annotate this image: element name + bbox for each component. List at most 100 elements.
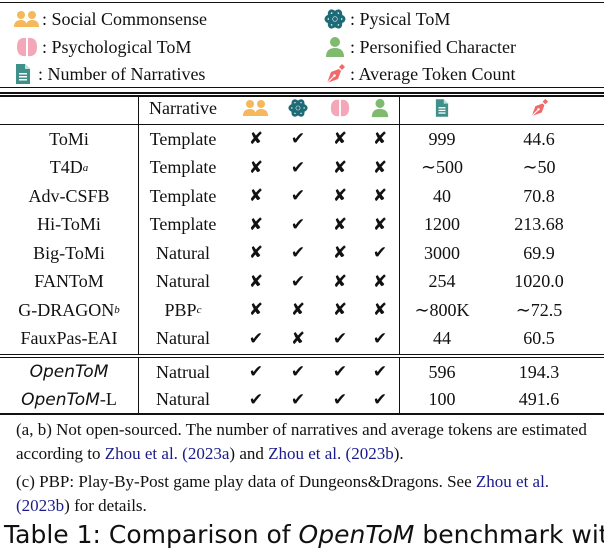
table-row: Big-ToMi Natural ✘ ✔ ✘ ✔ 3000 69.9: [0, 239, 604, 267]
average-tokens: ∼72.5: [515, 299, 563, 320]
cross-icon: ✘: [248, 243, 264, 263]
cross-icon: ✘: [332, 157, 348, 178]
benchmark-name: FauxPas-EAI: [0, 325, 138, 353]
check-icon: ✔: [290, 129, 306, 149]
benchmark-name: ToMi: [0, 125, 138, 153]
citation-link[interactable]: Zhou et al. (2023b: [268, 444, 394, 463]
check-icon: ✔: [248, 362, 264, 382]
check-icon: ✔: [290, 243, 306, 263]
benchmark-name-text: FauxPas-EAI: [20, 328, 118, 348]
legend-item-narratives: : Number of Narratives: [10, 61, 205, 87]
table-row: G-DRAGON b PBP c ✘ ✘ ✘ ✘ ∼800K ∼72.5: [0, 296, 604, 324]
cross-icon: ✘: [248, 271, 264, 292]
legend-label: : Social Commonsense: [42, 8, 207, 29]
narratives-count: 254: [428, 271, 456, 291]
narratives-count: 40: [433, 185, 451, 206]
citation-link[interactable]: Zhou et al. (2023a: [105, 444, 230, 463]
col-divider-1: [138, 96, 140, 354]
col-divider-2: [399, 96, 401, 354]
narratives-count: ∼500: [420, 157, 464, 177]
narratives-count: 1200: [424, 214, 460, 234]
table-row: Hi-ToMi Template ✘ ✔ ✘ ✘ 1200 213.68: [0, 211, 604, 239]
check-icon: ✔: [332, 328, 348, 349]
cross-icon: ✘: [248, 300, 264, 320]
benchmark-name: OpenToM -L: [0, 386, 138, 414]
check-icon: ✔: [372, 389, 388, 410]
cross-icon: ✘: [332, 243, 348, 263]
benchmark-name-text: Hi-ToMi: [37, 214, 101, 234]
footnote-c: (c) PBP: Play-By-Post game play data of …: [16, 472, 550, 515]
benchmark-name: Hi-ToMi: [0, 211, 138, 239]
cross-icon: ✘: [332, 271, 348, 292]
header-number-of-narratives-icon: [400, 94, 484, 122]
cross-icon: ✘: [332, 214, 348, 235]
narrative-type-text: Natural: [156, 271, 210, 291]
narratives-count: 596: [428, 361, 456, 382]
icon-legend: : Social Commonsense : Pysical ToM : Psy…: [0, 2, 604, 88]
narrative-type-text: Natural: [156, 389, 210, 409]
legend-item-social: : Social Commonsense: [14, 6, 207, 32]
bottom-rule: [0, 413, 604, 415]
social-commonsense-icon: [14, 8, 40, 30]
narrative-type: Natural: [140, 325, 226, 353]
average-tokens: ∼50: [522, 157, 556, 177]
average-tokens: 60.5: [523, 328, 555, 348]
average-tokens: 213.68: [514, 214, 564, 234]
legend-item-tokens: : Average Token Count: [322, 61, 516, 87]
benchmark-name: G-DRAGON b: [18, 299, 120, 320]
cross-icon: ✘: [290, 328, 306, 349]
benchmark-name-text: T4D: [49, 157, 83, 177]
narrative-type: Natrual: [140, 358, 226, 386]
footnote-ab: (a, b) Not open-sourced. The number of n…: [16, 420, 587, 463]
narrative-type: Template: [140, 211, 226, 239]
number-of-narratives-icon: [10, 63, 36, 85]
narratives-count: ∼800K: [414, 299, 470, 320]
cross-icon: ✘: [372, 157, 388, 178]
cross-icon: ✘: [372, 186, 388, 206]
benchmark-name-text: OpenToM: [21, 389, 100, 410]
narratives-count: 3000: [424, 242, 460, 263]
cross-icon: ✘: [248, 214, 264, 235]
header-average-token-count-icon: [484, 94, 594, 122]
legend-label: : Personified Character: [350, 36, 516, 57]
narratives-count: 100: [428, 389, 456, 409]
table-footnotes: (a, b) Not open-sourced. The number of n…: [16, 418, 596, 522]
narrative-type-text: Template: [149, 214, 217, 234]
check-icon: ✔: [372, 328, 388, 349]
legend-label: : Number of Narratives: [38, 63, 206, 84]
legend-label: : Pysical ToM: [350, 8, 451, 29]
cross-icon: ✘: [248, 157, 264, 178]
check-icon: ✔: [290, 362, 306, 382]
benchmark-name: OpenToM: [0, 358, 138, 386]
benchmark-name-text: Adv-CSFB: [28, 185, 110, 206]
cross-icon: ✘: [372, 271, 388, 292]
table-row: Adv-CSFB Template ✘ ✔ ✘ ✘ 40 70.8: [0, 182, 604, 210]
legend-item-psychological: : Psychological ToM: [14, 34, 191, 60]
narrative-type-text: Template: [149, 128, 217, 149]
average-tokens: 44.6: [523, 128, 555, 149]
legend-item-physical: : Pysical ToM: [322, 6, 450, 32]
cross-icon: ✘: [332, 129, 348, 149]
narrative-type-text: Template: [149, 185, 217, 206]
table-header: Narrative: [0, 94, 604, 122]
check-icon: ✔: [290, 157, 306, 178]
benchmark-name-text: G-DRAGON: [18, 299, 115, 320]
narrative-type-text: Template: [149, 157, 217, 177]
cross-icon: ✘: [372, 300, 388, 320]
average-tokens: 1020.0: [514, 271, 564, 291]
table-row: ToMi Template ✘ ✔ ✘ ✘ 999 44.6: [0, 125, 604, 153]
check-icon: ✔: [372, 362, 388, 382]
check-icon: ✔: [248, 328, 264, 349]
narrative-type: PBP c: [164, 299, 202, 320]
average-tokens: 194.3: [518, 361, 560, 382]
check-icon: ✔: [290, 389, 306, 410]
check-icon: ✔: [332, 389, 348, 410]
opentom-row: OpenToM Natrual ✔ ✔ ✔ ✔ 596 194.3: [0, 358, 604, 386]
benchmark-name: T4D a: [49, 157, 89, 177]
header-social-commonsense-icon: [238, 94, 274, 122]
narrative-type: Template: [140, 182, 226, 210]
average-token-count-icon: [322, 63, 348, 85]
narrative-type: Natural: [140, 268, 226, 296]
check-icon: ✔: [332, 362, 348, 382]
average-tokens: 69.9: [523, 242, 555, 263]
